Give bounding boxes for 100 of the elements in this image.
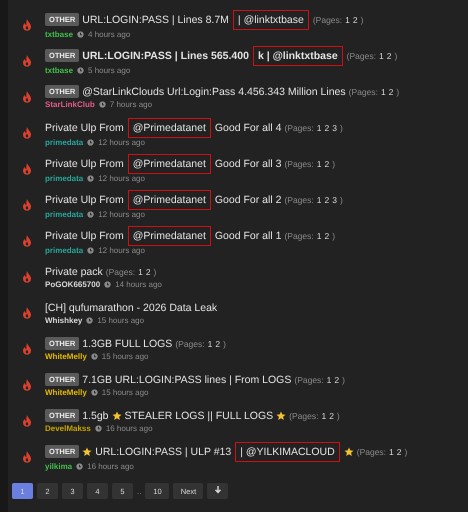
page-link[interactable]: 2 bbox=[334, 374, 340, 384]
page-link[interactable]: 1 bbox=[316, 230, 322, 240]
thread-title[interactable]: 1.3GB FULL LOGS bbox=[82, 338, 172, 350]
author-name[interactable]: yilkima bbox=[45, 462, 72, 470]
clock-icon bbox=[86, 316, 94, 324]
page-link[interactable]: 2 bbox=[146, 266, 151, 276]
author-name[interactable]: txtbase bbox=[45, 30, 74, 38]
flame-icon bbox=[22, 91, 32, 103]
author-name[interactable]: primedata bbox=[45, 174, 84, 182]
page-link[interactable]: 1 bbox=[345, 14, 350, 24]
author-name[interactable]: primedata bbox=[45, 246, 84, 254]
post-time: 16 hours ago bbox=[87, 462, 134, 470]
thread-title[interactable]: STEALER LOGS || FULL LOGS bbox=[124, 410, 274, 422]
star-icon bbox=[82, 446, 92, 456]
clock-icon bbox=[94, 425, 102, 432]
star-icon bbox=[112, 410, 122, 420]
clock-icon bbox=[87, 246, 94, 254]
highlighted-title-text[interactable]: | @YILKIMACLOUD bbox=[237, 444, 338, 460]
pages-bracket: ) bbox=[332, 158, 336, 168]
thread-title[interactable]: 1.5gb bbox=[82, 410, 109, 422]
thread-title[interactable]: Private Ulp From bbox=[45, 122, 124, 134]
page-link[interactable]: 2 bbox=[386, 50, 392, 60]
highlighted-title-text[interactable]: @Primedatanet bbox=[130, 156, 209, 172]
author-name[interactable]: WhiteMelly bbox=[45, 352, 87, 361]
post-time: 16 hours ago bbox=[106, 424, 153, 433]
thread-title[interactable]: Good For all 2 bbox=[214, 194, 282, 206]
page-link[interactable]: 1 bbox=[316, 194, 322, 204]
page-link[interactable]: 1 bbox=[316, 158, 322, 168]
author-name[interactable]: txtbase bbox=[45, 66, 74, 74]
thread-title[interactable]: Good For all 1 bbox=[214, 230, 282, 242]
page-link[interactable]: 2 bbox=[324, 194, 330, 204]
page-link[interactable]: 3 bbox=[332, 122, 337, 132]
author-name[interactable]: Whishkey bbox=[45, 316, 82, 324]
author-name[interactable]: primedata bbox=[45, 138, 84, 146]
pages-bracket: ) bbox=[404, 446, 408, 456]
clock-icon bbox=[90, 389, 98, 396]
page-link[interactable]: 2 bbox=[329, 410, 334, 420]
page-link[interactable]: 2 bbox=[215, 338, 220, 348]
thread-title[interactable]: URL:LOGIN:PASS | Lines 565.400 bbox=[82, 50, 249, 62]
flame-icon bbox=[22, 379, 32, 391]
thread-title[interactable]: Private Ulp From bbox=[45, 230, 124, 242]
pages-label: (Pages: bbox=[284, 158, 314, 168]
highlighted-title-text[interactable]: | @linktxtbase bbox=[234, 12, 307, 28]
flame-icon bbox=[22, 451, 32, 463]
thread-title[interactable]: Private Ulp From bbox=[45, 158, 124, 170]
flame-icon bbox=[22, 163, 32, 175]
page-link[interactable]: 2 bbox=[324, 230, 330, 240]
pages-bracket: ) bbox=[340, 122, 343, 132]
page-link[interactable]: 1 bbox=[389, 446, 394, 456]
post-time: 4 hours ago bbox=[88, 30, 130, 38]
highlighted-title-text[interactable]: @Primedatanet bbox=[130, 192, 209, 208]
thread-title[interactable]: URL:LOGIN:PASS | Lines 8.7M bbox=[82, 14, 229, 26]
highlighted-title-text[interactable]: @Primedatanet bbox=[130, 120, 209, 136]
page-link[interactable]: 2 bbox=[352, 14, 358, 24]
pages-label: (Pages: bbox=[284, 194, 314, 204]
down-arrow-icon bbox=[214, 486, 222, 494]
post-time: 15 hours ago bbox=[102, 352, 148, 361]
page-link[interactable]: 2 bbox=[396, 446, 402, 456]
clock-icon bbox=[98, 101, 106, 108]
flame-icon bbox=[22, 307, 32, 319]
page-link[interactable]: 3 bbox=[332, 194, 337, 204]
post-time: 15 hours ago bbox=[97, 316, 144, 324]
pages-label: (Pages: bbox=[284, 230, 314, 240]
clock-icon bbox=[87, 210, 94, 218]
clock-icon bbox=[90, 353, 98, 360]
thread-title[interactable]: Private pack bbox=[45, 266, 103, 278]
thread-title[interactable]: [CH] qufumarathon - 2026 Data Leak bbox=[45, 302, 218, 314]
page-link[interactable]: 1 bbox=[208, 338, 212, 348]
page-link[interactable]: 1 bbox=[138, 266, 143, 276]
author-name[interactable]: DevelMakss bbox=[45, 424, 91, 433]
author-name[interactable]: PoGOK665700 bbox=[45, 280, 100, 288]
page-link[interactable]: 1 bbox=[378, 50, 384, 60]
page-link[interactable]: 2 bbox=[324, 122, 330, 132]
author-name[interactable]: StarLinkClub bbox=[45, 100, 95, 109]
pages-bracket: ) bbox=[332, 230, 336, 240]
page-link[interactable]: 1 bbox=[321, 410, 326, 420]
page-link[interactable]: 1 bbox=[326, 374, 332, 384]
page-link[interactable]: 1 bbox=[380, 86, 386, 96]
jump-down-button[interactable] bbox=[207, 483, 228, 499]
pages-bracket: ) bbox=[336, 410, 340, 420]
thread-title[interactable]: 7.1GB URL:LOGIN:PASS lines | From LOGS bbox=[82, 374, 292, 386]
pages-label: (Pages: bbox=[106, 266, 136, 276]
page-link[interactable]: 1 bbox=[316, 122, 322, 132]
thread-title[interactable]: @StarLinkClouds Url:Login:Pass 4.456.343 Million Lines bbox=[82, 86, 346, 98]
page-link[interactable]: 2 bbox=[324, 158, 330, 168]
pages-bracket: ) bbox=[154, 266, 156, 276]
author-name[interactable]: primedata bbox=[45, 210, 84, 218]
author-name[interactable]: WhiteMelly bbox=[45, 388, 87, 397]
thread-title[interactable]: URL:LOGIN:PASS | ULP #13 bbox=[95, 446, 232, 458]
pages-label: (Pages: bbox=[284, 122, 314, 132]
flame-icon bbox=[22, 199, 32, 211]
pages-label: (Pages: bbox=[348, 86, 378, 96]
thread-title[interactable]: Good For all 3 bbox=[214, 158, 282, 170]
thread-title[interactable]: Good For all 4 bbox=[214, 122, 282, 134]
flame-icon bbox=[22, 415, 32, 427]
highlighted-title-text[interactable]: @Primedatanet bbox=[130, 228, 209, 244]
page-link[interactable]: 2 bbox=[388, 86, 394, 96]
thread-title[interactable]: Private Ulp From bbox=[45, 194, 124, 206]
star-icon bbox=[344, 446, 354, 456]
highlighted-title-text[interactable]: k | @linktxtbase bbox=[254, 48, 341, 64]
